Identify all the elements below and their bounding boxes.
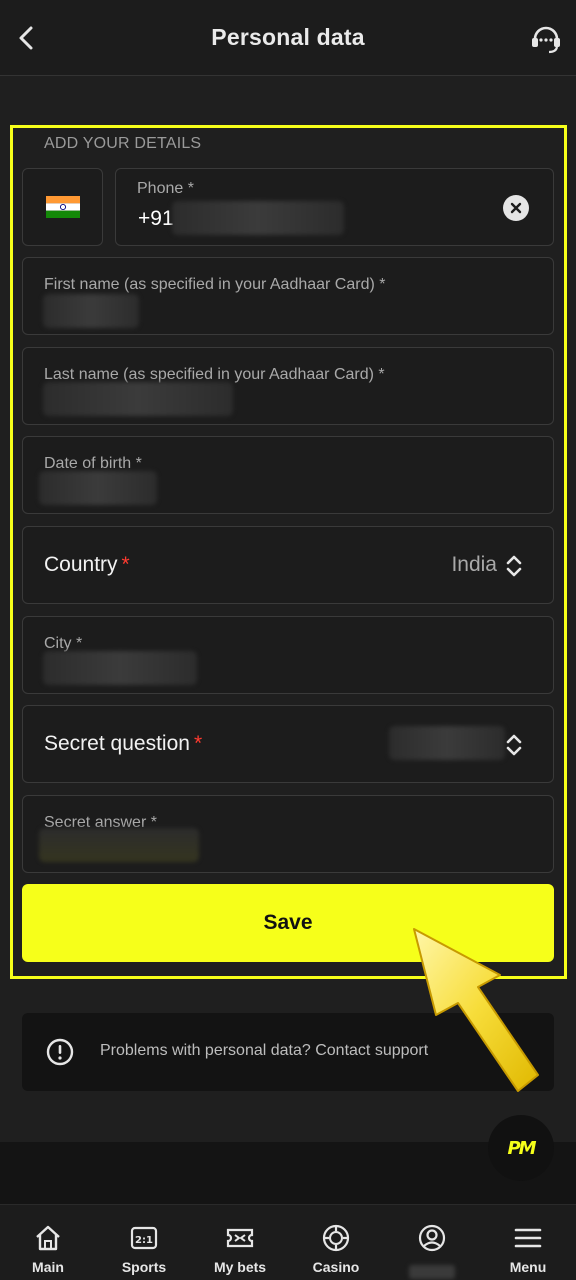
nav-item-profile[interactable] (384, 1205, 480, 1280)
chevron-up-down-icon (506, 555, 522, 577)
india-flag-icon (45, 196, 80, 218)
nav-label-profile-redacted (409, 1265, 455, 1279)
nav-item-sports[interactable]: 2:1 Sports (96, 1205, 192, 1280)
nav-item-my-bets[interactable]: My bets (192, 1205, 288, 1280)
secret-answer-field[interactable]: Secret answer * (22, 795, 554, 873)
phone-prefix: +91 (138, 207, 174, 230)
phone-value-redacted (172, 201, 344, 235)
nav-label-sports: Sports (121, 1259, 167, 1275)
country-label: Country * (44, 553, 130, 576)
home-icon (36, 1225, 60, 1251)
scoreboard-icon: 2:1 (130, 1226, 158, 1250)
nav-label-my-bets: My bets (213, 1259, 267, 1275)
country-value: India (451, 553, 497, 576)
nav-item-casino[interactable]: Casino (288, 1205, 384, 1280)
chevron-up-down-icon (506, 734, 522, 756)
nav-label-casino: Casino (312, 1259, 360, 1275)
last-name-field[interactable]: Last name (as specified in your Aadhaar … (22, 347, 554, 425)
date-of-birth-value-redacted (39, 471, 157, 505)
country-code-selector[interactable] (22, 168, 103, 246)
info-icon (46, 1038, 74, 1066)
brand-fab-button[interactable]: PM (488, 1115, 554, 1181)
hamburger-icon (514, 1228, 542, 1248)
first-name-field[interactable]: First name (as specified in your Aadhaar… (22, 257, 554, 335)
headset-icon (532, 26, 560, 54)
phone-label: Phone * (137, 180, 194, 197)
nav-item-menu[interactable]: Menu (480, 1205, 576, 1280)
nav-label-main: Main (32, 1259, 64, 1275)
section-label: ADD YOUR DETAILS (44, 135, 202, 152)
support-text: Problems with personal data? Contact sup… (100, 1042, 429, 1059)
first-name-value-redacted (43, 294, 139, 328)
country-select[interactable]: Country * India (22, 526, 554, 604)
brand-logo: PM (507, 1137, 536, 1159)
svg-text:2:1: 2:1 (135, 1235, 153, 1246)
secret-question-label: Secret question * (44, 732, 203, 755)
page-title: Personal data (211, 24, 365, 50)
secret-question-value-redacted (389, 726, 505, 760)
phone-field[interactable]: Phone * +91 (115, 168, 554, 246)
casino-chip-icon (322, 1224, 350, 1252)
pointer-arrow-icon (413, 928, 539, 1092)
chevron-left-icon (19, 26, 33, 50)
nav-label-menu: Menu (509, 1259, 547, 1275)
support-button[interactable] (526, 16, 566, 60)
clear-phone-button[interactable] (503, 195, 529, 221)
bottom-nav: Main 2:1 Sports My bets Casino Menu (0, 1204, 576, 1280)
secret-answer-value-redacted (39, 828, 199, 862)
close-icon (510, 202, 522, 214)
last-name-value-redacted (43, 382, 233, 416)
city-field[interactable]: City * (22, 616, 554, 694)
date-of-birth-field[interactable]: Date of birth * (22, 436, 554, 514)
ticket-icon (226, 1228, 254, 1248)
first-name-label: First name (as specified in your Aadhaar… (44, 276, 386, 293)
secret-question-select[interactable]: Secret question * (22, 705, 554, 783)
back-button[interactable] (10, 18, 42, 58)
city-value-redacted (43, 651, 197, 685)
nav-item-main[interactable]: Main (0, 1205, 96, 1280)
app-header: Personal data (0, 0, 576, 76)
user-icon (418, 1224, 446, 1252)
